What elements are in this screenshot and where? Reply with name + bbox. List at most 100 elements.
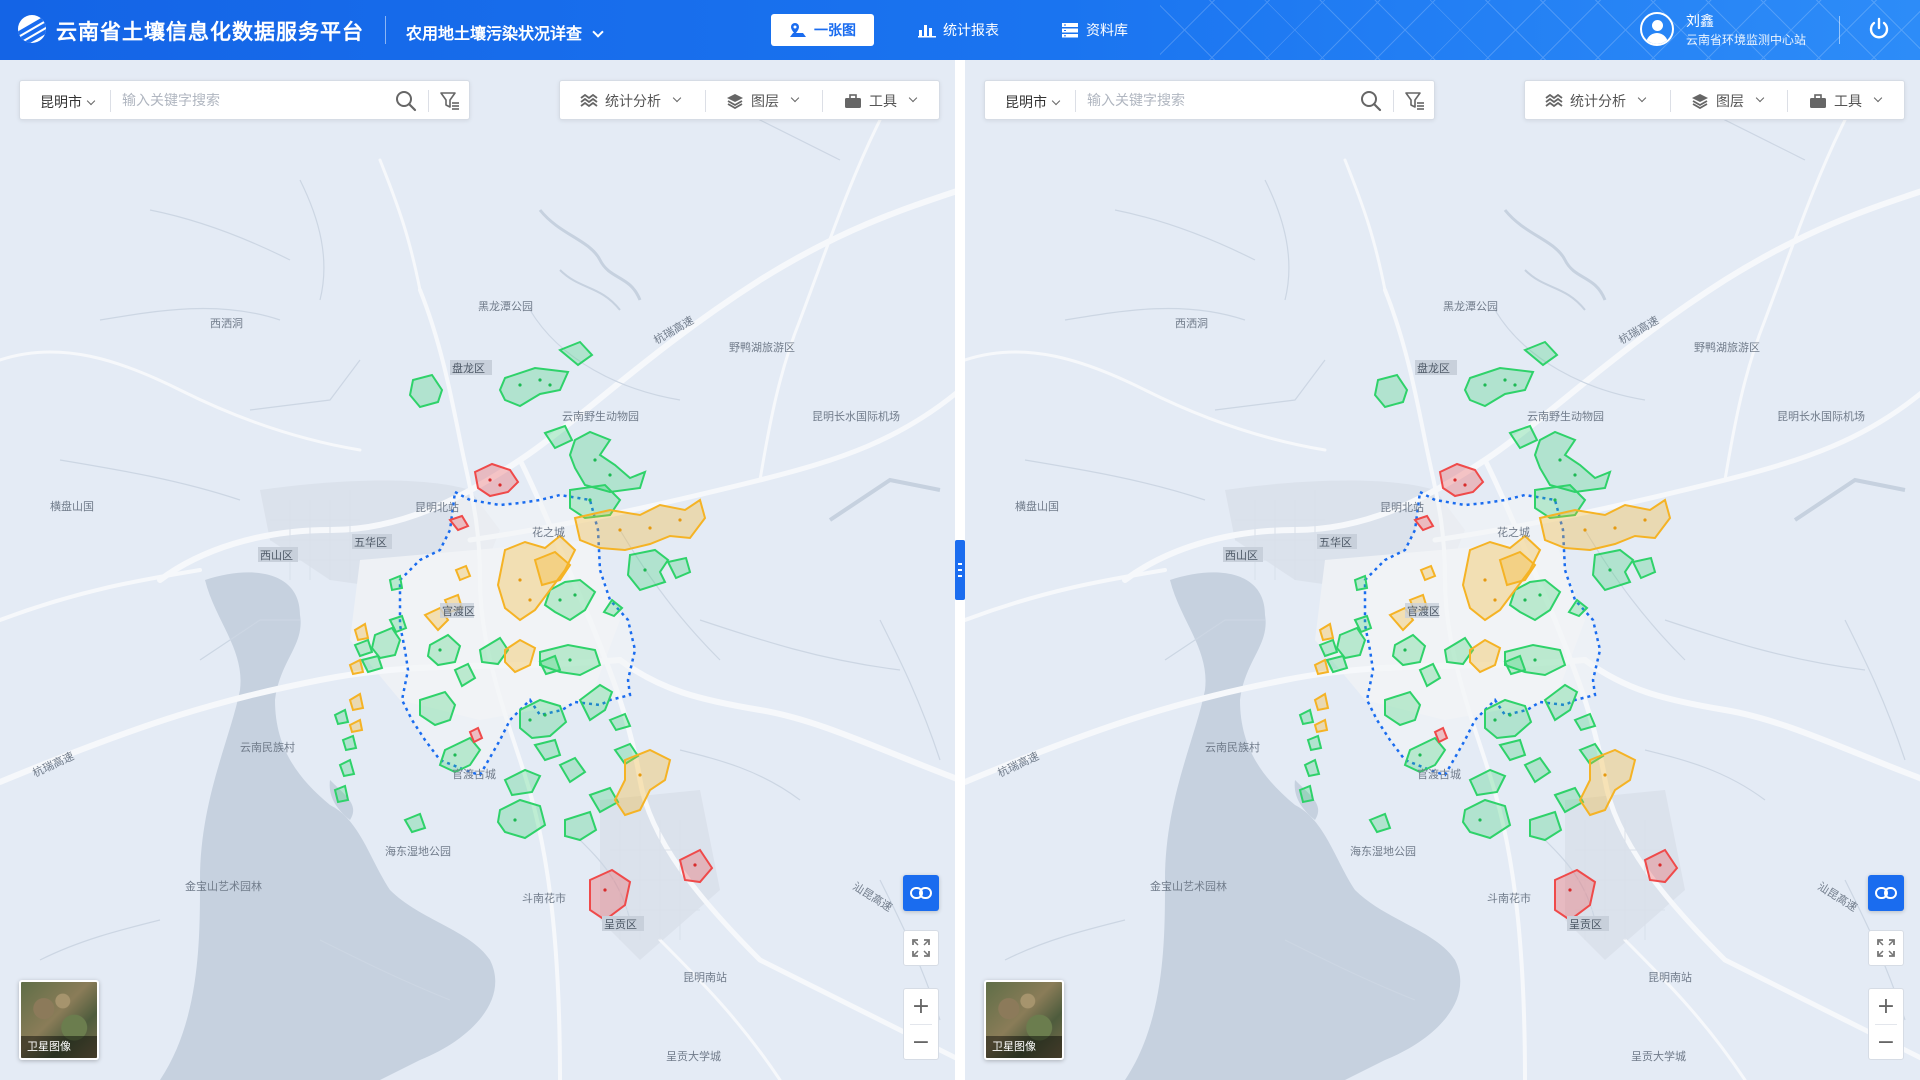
map-panel-right[interactable]: 黑龙潭公园 盘龙区 云南野生动物园 野鸭湖旅游区 昆明长水国际机场 西洒洞 横盘… xyxy=(965,60,1920,1080)
map-label: 横盘山国 xyxy=(50,499,94,513)
map-label: 云南民族村 xyxy=(240,740,295,754)
map-label: 花之城 xyxy=(1497,525,1530,539)
map-panel-left[interactable]: 黑龙潭公园 盘龙区 云南野生动物园 野鸭湖旅游区 昆明长水国际机场 西洒洞 横盘… xyxy=(0,60,955,1080)
map-label-district: 呈贡区 xyxy=(604,918,637,931)
map-label: 斗南花市 xyxy=(522,891,566,905)
map-label: 官渡古城 xyxy=(452,767,496,781)
satellite-basemap-label: 卫星图像 xyxy=(21,1036,97,1058)
layers-button[interactable]: 图层 xyxy=(1691,81,1765,121)
bar-chart-icon xyxy=(918,25,936,38)
search-bar: 昆明市 xyxy=(19,80,470,120)
stats-analysis-button[interactable]: 统计分析 xyxy=(1545,81,1647,121)
map-label: 金宝山艺术园林 xyxy=(1150,879,1227,893)
layers-icon xyxy=(1692,94,1708,109)
database-icon xyxy=(1062,23,1078,38)
fullscreen-icon xyxy=(912,939,930,957)
chevron-down-icon xyxy=(86,96,96,106)
zoom-in-button[interactable]: + xyxy=(1869,989,1903,1024)
stats-analysis-label: 统计分析 xyxy=(605,94,661,110)
header-decoration xyxy=(1160,0,1920,60)
map-label-district: 五华区 xyxy=(354,535,387,549)
toolbar-divider xyxy=(822,90,823,112)
map-toolbar: 统计分析 图层 工具 xyxy=(1524,80,1905,120)
nav-tab-stat-report[interactable]: 统计报表 xyxy=(918,14,999,46)
stats-analysis-button[interactable]: 统计分析 xyxy=(580,81,682,121)
map-label: 昆明南站 xyxy=(683,970,727,984)
user-organization: 云南省环境监测中心站 xyxy=(1686,33,1807,47)
search-divider xyxy=(428,90,429,112)
toolbox-icon xyxy=(845,93,861,108)
module-selector[interactable]: 农用地土壤污染状况详查 xyxy=(406,20,604,44)
search-input[interactable] xyxy=(1087,89,1347,113)
nav-tab-one-map[interactable]: 一张图 xyxy=(771,14,874,46)
toolbar-divider xyxy=(705,90,706,112)
split-drag-handle[interactable] xyxy=(955,540,965,600)
filter-icon[interactable] xyxy=(1403,89,1427,113)
tools-button[interactable]: 工具 xyxy=(844,81,918,121)
map-label: 黑龙潭公园 xyxy=(478,300,533,313)
filter-icon[interactable] xyxy=(438,89,462,113)
user-avatar[interactable] xyxy=(1640,12,1674,46)
map-label: 云南野生动物园 xyxy=(1527,409,1604,423)
power-icon[interactable] xyxy=(1866,16,1892,42)
chevron-down-icon xyxy=(1051,96,1061,106)
layers-label: 图层 xyxy=(1716,94,1744,110)
map-label: 野鸭湖旅游区 xyxy=(729,340,795,354)
map-label-district: 西山区 xyxy=(260,549,293,562)
map-pin-icon xyxy=(790,23,806,37)
fullscreen-button[interactable] xyxy=(1868,930,1904,966)
city-selector-label: 昆明市 xyxy=(1005,95,1047,111)
map-toolbar: 统计分析 图层 工具 xyxy=(559,80,940,120)
map-label: 云南民族村 xyxy=(1205,740,1260,754)
fullscreen-button[interactable] xyxy=(903,930,939,966)
map-label-district: 呈贡区 xyxy=(1569,918,1602,931)
zoom-out-button[interactable]: − xyxy=(904,1025,938,1060)
city-selector[interactable]: 昆明市 xyxy=(1005,92,1061,112)
nav-tab-database-label: 资料库 xyxy=(1086,23,1128,39)
satellite-basemap-toggle[interactable]: 卫星图像 xyxy=(19,980,99,1060)
chevron-down-icon xyxy=(790,93,800,103)
share-link-button[interactable] xyxy=(903,875,939,911)
link-icon xyxy=(1875,887,1897,899)
fullscreen-icon xyxy=(1877,939,1895,957)
layers-button[interactable]: 图层 xyxy=(726,81,800,121)
map-canvas[interactable]: 黑龙潭公园 盘龙区 云南野生动物园 野鸭湖旅游区 昆明长水国际机场 西洒洞 横盘… xyxy=(965,60,1920,1080)
chevron-down-icon xyxy=(672,93,682,103)
map-label-district: 官渡区 xyxy=(1407,604,1440,618)
map-canvas[interactable]: 黑龙潭公园 盘龙区 云南野生动物园 野鸭湖旅游区 昆明长水国际机场 西洒洞 横盘… xyxy=(0,60,955,1080)
search-input[interactable] xyxy=(122,89,382,113)
tools-label: 工具 xyxy=(1834,94,1862,110)
header-divider xyxy=(1839,16,1840,44)
zoom-out-button[interactable]: − xyxy=(1869,1025,1903,1060)
tools-button[interactable]: 工具 xyxy=(1809,81,1883,121)
nav-tab-database[interactable]: 资料库 xyxy=(1061,14,1128,46)
map-label: 呈贡大学城 xyxy=(666,1049,721,1063)
map-label: 海东湿地公园 xyxy=(1350,844,1416,858)
satellite-basemap-toggle[interactable]: 卫星图像 xyxy=(984,980,1064,1060)
zoom-in-button[interactable]: + xyxy=(904,989,938,1024)
search-divider xyxy=(110,90,111,112)
map-label: 黑龙潭公园 xyxy=(1443,300,1498,313)
share-link-button[interactable] xyxy=(1868,875,1904,911)
search-icon[interactable] xyxy=(394,89,418,113)
link-icon xyxy=(910,887,932,899)
map-label: 官渡古城 xyxy=(1417,767,1461,781)
zoom-control: + − xyxy=(903,988,939,1060)
map-label-district: 五华区 xyxy=(1319,535,1352,549)
map-label: 斗南花市 xyxy=(1487,891,1531,905)
search-icon[interactable] xyxy=(1359,89,1383,113)
search-divider xyxy=(1393,90,1394,112)
chevron-down-icon xyxy=(908,93,918,103)
map-label: 昆明南站 xyxy=(1648,970,1692,984)
map-label: 昆明北站 xyxy=(1380,500,1424,514)
city-selector[interactable]: 昆明市 xyxy=(40,92,96,112)
layers-icon xyxy=(727,94,743,109)
map-label: 昆明北站 xyxy=(415,500,459,514)
map-label: 云南野生动物园 xyxy=(562,409,639,423)
chevron-down-icon xyxy=(1637,93,1647,103)
nav-tab-one-map-label: 一张图 xyxy=(814,23,856,39)
map-label: 野鸭湖旅游区 xyxy=(1694,340,1760,354)
map-label: 西洒洞 xyxy=(210,317,243,330)
header-divider xyxy=(385,16,386,44)
chevron-down-icon xyxy=(1873,93,1883,103)
